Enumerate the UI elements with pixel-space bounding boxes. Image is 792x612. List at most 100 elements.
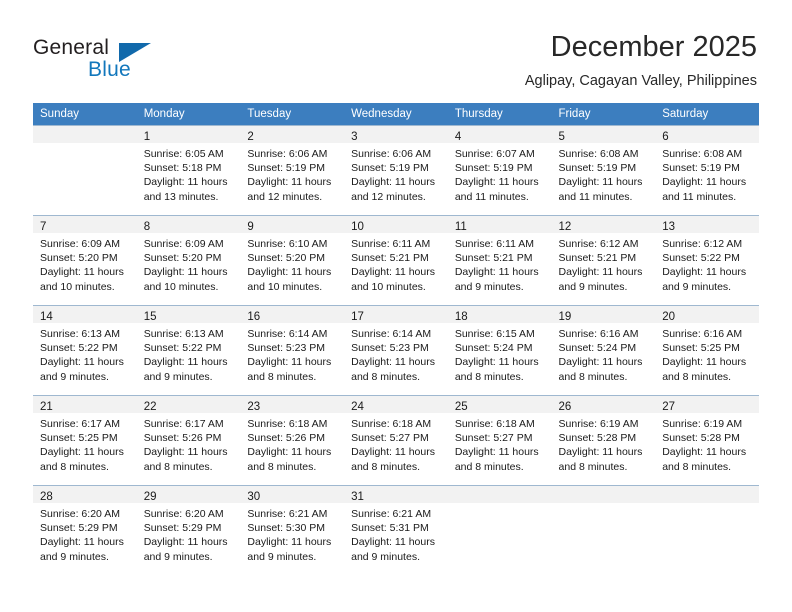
day-detail-line: and 8 minutes. <box>454 460 524 473</box>
calendar-day-cell[interactable]: 7 Sunrise: 6:09 AM Sunset: 5:20 PM Daylight… <box>33 215 137 306</box>
day-detail-line: Daylight: 11 hours <box>454 446 539 459</box>
calendar-day-cell[interactable]: 13 Sunrise: 6:12 AM Sunset: 5:22 PM Dayligh… <box>655 215 759 306</box>
day-detail-block: Sunrise: 6:09 AM Sunset: 5:20 PM Daylight:… <box>137 233 241 294</box>
day-number-band: 21 <box>33 396 137 413</box>
day-number: 18 <box>454 311 468 323</box>
day-detail-line: Sunset: 5:27 PM <box>351 432 429 445</box>
day-number-band <box>551 486 656 503</box>
day-detail-line: and 13 minutes. <box>143 190 219 203</box>
calendar-day-cell[interactable]: 28 Sunrise: 6:20 AM Sunset: 5:29 PM Dayligh… <box>33 485 137 575</box>
calendar-day-cell[interactable]: 12 Sunrise: 6:12 AM Sunset: 5:21 PM Dayligh… <box>551 215 656 306</box>
calendar-day-cell[interactable]: 18 Sunrise: 6:15 AM Sunset: 5:24 PM Dayligh… <box>447 305 552 396</box>
day-number-band: 29 <box>136 486 241 503</box>
day-number: 2 <box>247 131 254 143</box>
calendar-day-cell[interactable]: 10 Sunrise: 6:11 AM Sunset: 5:21 PM Dayligh… <box>344 215 448 306</box>
day-detail-line: Sunset: 5:24 PM <box>454 342 533 355</box>
day-detail-line: Daylight: 11 hours <box>40 536 124 549</box>
day-detail-line: Sunset: 5:19 PM <box>247 162 326 175</box>
day-detail-line: Daylight: 11 hours <box>351 356 435 369</box>
day-detail-line: Sunset: 5:19 PM <box>558 162 637 175</box>
day-detail-block: Sunrise: 6:14 AM Sunset: 5:23 PM Daylight:… <box>240 323 344 384</box>
page-header: General Blue December 2025 Aglipay, Caga… <box>0 0 792 103</box>
calendar-day-cell[interactable]: 3 Sunrise: 6:06 AM Sunset: 5:19 PM Daylight… <box>344 125 448 216</box>
day-detail-line: and 10 minutes. <box>40 280 115 293</box>
calendar-day-cell-empty <box>33 125 137 216</box>
day-detail-line: Daylight: 11 hours <box>143 446 228 459</box>
calendar-day-cell[interactable]: 23 Sunrise: 6:18 AM Sunset: 5:26 PM Dayligh… <box>240 395 345 486</box>
calendar-day-cell[interactable]: 21 Sunrise: 6:17 AM Sunset: 5:25 PM Dayligh… <box>33 395 137 486</box>
calendar-day-cell[interactable]: 14 Sunrise: 6:13 AM Sunset: 5:22 PM Dayligh… <box>33 305 137 396</box>
calendar-day-cell[interactable]: 22 Sunrise: 6:17 AM Sunset: 5:26 PM Dayligh… <box>136 395 241 486</box>
calendar-day-cell[interactable]: 31 Sunrise: 6:21 AM Sunset: 5:31 PM Dayligh… <box>344 485 448 575</box>
brand-logo[interactable]: General Blue <box>33 36 213 88</box>
day-detail-line: Sunrise: 6:18 AM <box>351 418 432 430</box>
day-number-band: 22 <box>136 396 241 413</box>
day-detail-line: Sunrise: 6:13 AM <box>143 328 224 340</box>
day-number-band: 3 <box>344 126 448 143</box>
day-detail-line: and 9 minutes. <box>143 550 213 563</box>
day-detail-line: Sunset: 5:22 PM <box>143 342 222 355</box>
calendar-day-cell[interactable]: 26 Sunrise: 6:19 AM Sunset: 5:28 PM Dayligh… <box>551 395 656 486</box>
calendar-day-cell[interactable]: 15 Sunrise: 6:13 AM Sunset: 5:22 PM Dayligh… <box>136 305 241 396</box>
calendar-day-cell[interactable]: 19 Sunrise: 6:16 AM Sunset: 5:24 PM Dayligh… <box>551 305 656 396</box>
day-detail-line: Sunrise: 6:14 AM <box>247 328 328 340</box>
calendar-day-cell-empty <box>551 485 656 575</box>
calendar-day-cell[interactable]: 11 Sunrise: 6:11 AM Sunset: 5:21 PM Dayligh… <box>447 215 552 306</box>
weekday-header-saturday: Saturday <box>655 103 759 126</box>
calendar-day-cell[interactable]: 30 Sunrise: 6:21 AM Sunset: 5:30 PM Dayligh… <box>240 485 345 575</box>
day-detail-block <box>448 503 552 507</box>
day-number-band: 30 <box>240 486 345 503</box>
day-detail-block: Sunrise: 6:16 AM Sunset: 5:25 PM Daylight:… <box>655 323 759 384</box>
day-number-band: 14 <box>33 306 137 323</box>
calendar-week-row: 21 Sunrise: 6:17 AM Sunset: 5:25 PM Dayligh… <box>33 395 759 486</box>
calendar-day-cell[interactable]: 27 Sunrise: 6:19 AM Sunset: 5:28 PM Dayligh… <box>655 395 759 486</box>
day-detail-line: Sunset: 5:28 PM <box>558 432 637 445</box>
day-detail-line: Daylight: 11 hours <box>662 266 747 279</box>
day-detail-line: and 8 minutes. <box>351 370 420 383</box>
day-detail-block <box>33 143 137 147</box>
calendar-day-cell[interactable]: 8 Sunrise: 6:09 AM Sunset: 5:20 PM Daylight… <box>136 215 241 306</box>
day-number-band: 5 <box>551 126 656 143</box>
calendar-day-cell[interactable]: 1 Sunrise: 6:05 AM Sunset: 5:18 PM Daylight… <box>136 125 241 216</box>
calendar-day-cell[interactable]: 2 Sunrise: 6:06 AM Sunset: 5:19 PM Daylight… <box>240 125 345 216</box>
day-detail-line: Daylight: 11 hours <box>662 446 747 459</box>
calendar-day-cell[interactable]: 4 Sunrise: 6:07 AM Sunset: 5:19 PM Daylight… <box>447 125 552 216</box>
calendar-day-cell[interactable]: 29 Sunrise: 6:20 AM Sunset: 5:29 PM Dayligh… <box>136 485 241 575</box>
day-detail-line: Daylight: 11 hours <box>662 176 747 189</box>
brand-name-general: General <box>33 36 110 59</box>
day-number: 24 <box>351 401 364 413</box>
day-detail-line: Sunset: 5:20 PM <box>247 252 326 265</box>
calendar-day-cell[interactable]: 16 Sunrise: 6:14 AM Sunset: 5:23 PM Dayligh… <box>240 305 345 396</box>
calendar-day-cell[interactable]: 20 Sunrise: 6:16 AM Sunset: 5:25 PM Dayligh… <box>655 305 759 396</box>
day-detail-line: Sunset: 5:23 PM <box>351 342 429 355</box>
weekday-header-tuesday: Tuesday <box>240 103 345 126</box>
day-detail-line: Sunrise: 6:08 AM <box>558 148 639 160</box>
day-detail-line: and 8 minutes. <box>351 460 420 473</box>
day-detail-line: Daylight: 11 hours <box>558 446 643 459</box>
calendar-day-cell[interactable]: 17 Sunrise: 6:14 AM Sunset: 5:23 PM Dayligh… <box>344 305 448 396</box>
day-detail-line: and 8 minutes. <box>143 460 213 473</box>
day-detail-line: and 9 minutes. <box>454 280 524 293</box>
calendar-day-cell[interactable]: 25 Sunrise: 6:18 AM Sunset: 5:27 PM Dayligh… <box>447 395 552 486</box>
day-detail-line: and 12 minutes. <box>351 190 426 203</box>
day-detail-block: Sunrise: 6:11 AM Sunset: 5:21 PM Daylight:… <box>344 233 448 294</box>
day-number-band: 20 <box>655 306 759 323</box>
day-detail-line: Daylight: 11 hours <box>454 176 539 189</box>
day-detail-line: Daylight: 11 hours <box>558 356 643 369</box>
day-detail-line: and 10 minutes. <box>247 280 323 293</box>
day-detail-line: Sunrise: 6:21 AM <box>247 508 328 520</box>
day-detail-block: Sunrise: 6:18 AM Sunset: 5:27 PM Daylight:… <box>448 413 552 474</box>
day-number: 29 <box>143 491 157 503</box>
day-detail-line: Sunrise: 6:17 AM <box>143 418 224 430</box>
day-detail-line: Daylight: 11 hours <box>662 356 747 369</box>
calendar-day-cell[interactable]: 5 Sunrise: 6:08 AM Sunset: 5:19 PM Daylight… <box>551 125 656 216</box>
calendar-day-cell[interactable]: 9 Sunrise: 6:10 AM Sunset: 5:20 PM Daylight… <box>240 215 345 306</box>
brand-name-blue: Blue <box>88 58 131 81</box>
day-detail-line: Daylight: 11 hours <box>247 266 332 279</box>
day-number: 5 <box>558 131 565 143</box>
calendar-day-cell[interactable]: 24 Sunrise: 6:18 AM Sunset: 5:27 PM Dayligh… <box>344 395 448 486</box>
day-number: 21 <box>40 401 53 413</box>
day-number-band: 15 <box>136 306 241 323</box>
day-detail-line: and 11 minutes. <box>558 190 633 203</box>
calendar-day-cell[interactable]: 6 Sunrise: 6:08 AM Sunset: 5:19 PM Daylight… <box>655 125 759 216</box>
